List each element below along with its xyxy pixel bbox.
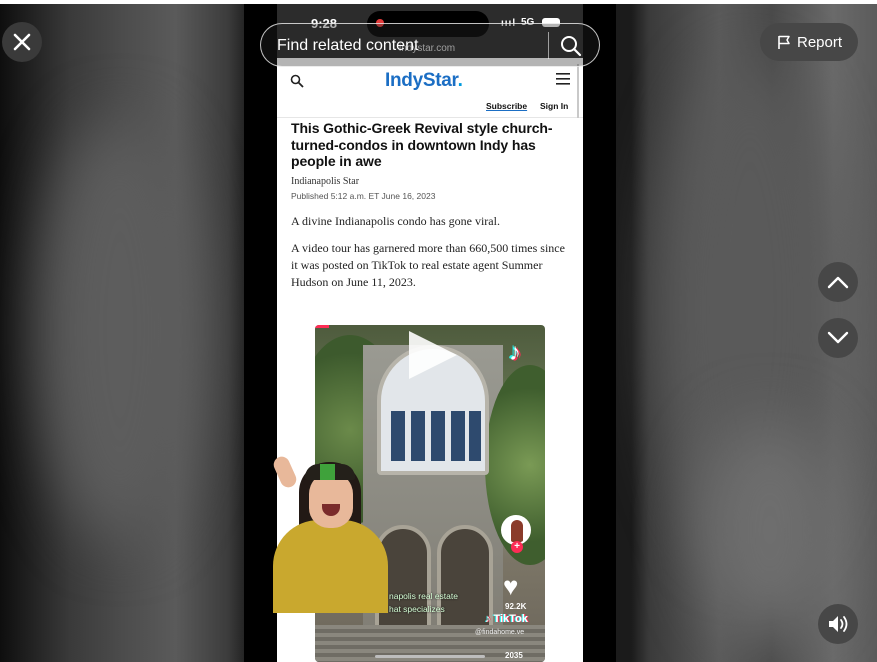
article-published-date: Published 5:12 a.m. ET June 16, 2023: [291, 190, 436, 201]
search-placeholder[interactable]: Find related content: [277, 37, 418, 55]
video-progress: [315, 325, 329, 328]
close-button[interactable]: [2, 22, 42, 62]
video-caption: hat specializes: [389, 604, 445, 614]
volume-icon: [829, 616, 848, 632]
window-pane: [411, 411, 425, 461]
flag-icon: [778, 35, 790, 49]
play-icon: [409, 331, 457, 379]
tiktok-watermark-text: TikTok: [493, 613, 528, 625]
tiktok-watermark: ♪ TikTok: [485, 613, 528, 625]
article-paragraph: A video tour has garnered more than 660,…: [291, 240, 565, 289]
article-byline: Indianapolis Star: [291, 175, 360, 187]
creator-handle: @findahome.ve: [475, 629, 525, 636]
article-headline: This Gothic-Greek Revival style church-t…: [291, 120, 553, 169]
presenter-shirt: [273, 520, 388, 613]
follow-plus-icon: +: [511, 541, 523, 553]
search-icon: [290, 74, 304, 88]
related-content-search[interactable]: Find related content: [260, 23, 600, 67]
close-icon: [13, 33, 31, 51]
presenter-hand: [273, 454, 299, 490]
report-label: Report: [797, 34, 843, 51]
like-count: 92.2K: [505, 602, 527, 611]
comment-count: 2035: [505, 651, 523, 660]
hamburger-menu-icon: [556, 73, 570, 85]
presenter-face: [309, 472, 353, 528]
heart-icon: ♥: [503, 571, 519, 601]
sign-in-link: Sign In: [540, 101, 569, 111]
next-video-button[interactable]: [818, 318, 858, 358]
volume-button[interactable]: [818, 604, 858, 644]
indystar-logo: IndyStar.: [385, 70, 463, 92]
tiktok-logo-icon: ♪: [509, 339, 521, 366]
logo-dot: .: [457, 70, 463, 91]
search-icon[interactable]: [559, 34, 583, 58]
video-caption: napolis real estate: [389, 591, 458, 601]
article-paragraph: A divine Indianapolis condo has gone vir…: [291, 213, 500, 228]
indystar-navbar: IndyStar. Subscribe Sign In: [277, 58, 583, 118]
logo-text: IndyStar: [385, 70, 458, 91]
home-indicator: [375, 655, 485, 658]
page-scrollbar: [577, 64, 579, 118]
window-pane: [451, 411, 465, 461]
presenter-bangs: [305, 464, 355, 480]
window-pane: [431, 411, 445, 461]
report-button[interactable]: Report: [760, 23, 858, 61]
chevron-down-icon: [827, 331, 849, 344]
article: This Gothic-Greek Revival style church-t…: [291, 120, 571, 291]
search-divider: [548, 32, 549, 59]
window-pane: [391, 411, 405, 461]
presenter-overlay: [273, 450, 388, 613]
window-pane: [469, 411, 481, 461]
previous-video-button[interactable]: [818, 262, 858, 302]
chevron-up-icon: [827, 276, 849, 289]
subscribe-link: Subscribe: [486, 101, 528, 111]
